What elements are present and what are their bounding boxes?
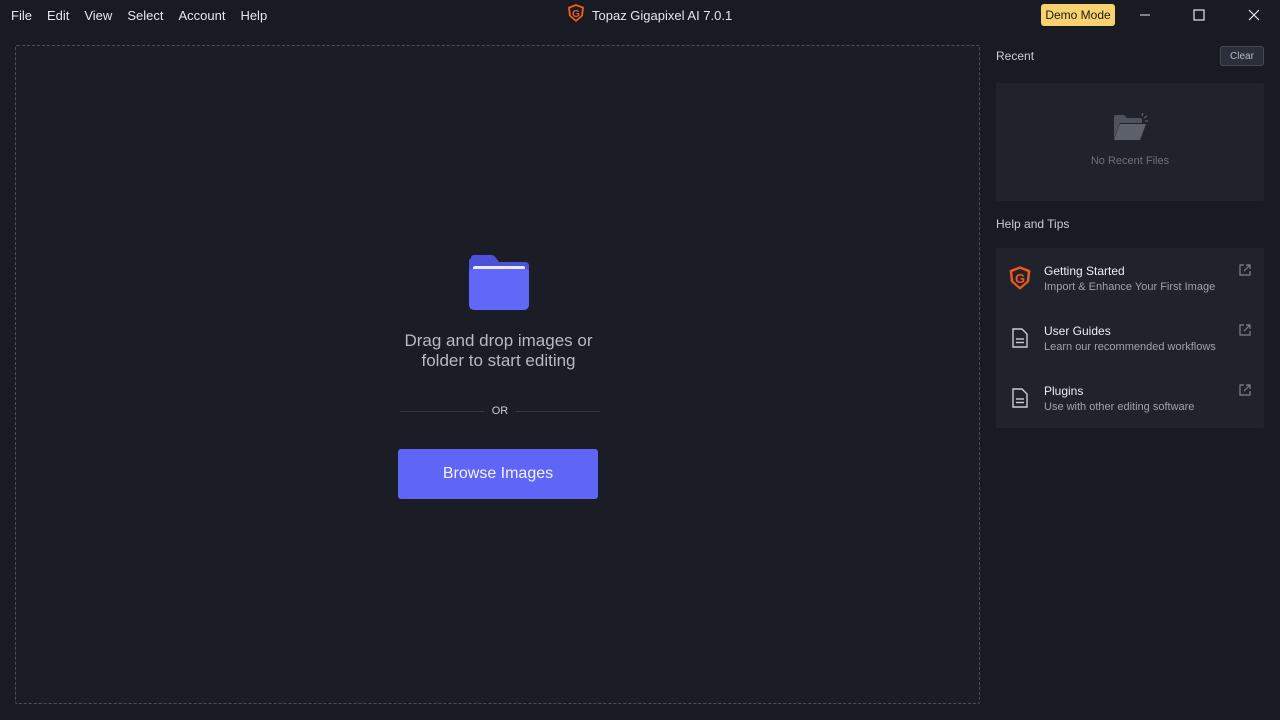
svg-text:G: G [1015, 271, 1025, 286]
help-item-getting-started[interactable]: G Getting Started Import & Enhance Your … [996, 248, 1264, 308]
recent-label: Recent [996, 49, 1035, 63]
gigapixel-logo-icon: G [566, 3, 586, 28]
menu-bar: File Edit View Select Account Help [0, 0, 282, 30]
minimize-icon [1140, 14, 1150, 16]
menu-file[interactable]: File [11, 8, 32, 23]
svg-text:G: G [572, 9, 580, 20]
help-list: G Getting Started Import & Enhance Your … [996, 248, 1264, 428]
help-item-user-guides[interactable]: User Guides Learn our recommended workfl… [996, 308, 1264, 368]
drop-instructions: Drag and drop images or folder to start … [16, 331, 981, 371]
help-item-subtitle: Use with other editing software [1044, 401, 1195, 413]
app-title-text: Topaz Gigapixel AI 7.0.1 [592, 7, 733, 23]
help-item-plugins[interactable]: Plugins Use with other editing software [996, 368, 1264, 428]
document-icon [1006, 324, 1034, 352]
clear-recent-button[interactable]: Clear [1220, 46, 1264, 66]
recent-files-box: No Recent Files [996, 83, 1264, 201]
maximize-icon [1193, 9, 1205, 21]
drop-instructions-line2: folder to start editing [421, 351, 576, 370]
app-title: G Topaz Gigapixel AI 7.0.1 [566, 0, 732, 30]
external-link-icon [1238, 323, 1252, 342]
minimize-button[interactable] [1122, 0, 1168, 30]
browse-images-button[interactable]: Browse Images [398, 449, 598, 499]
drop-zone[interactable]: Drag and drop images or folder to start … [15, 45, 980, 704]
no-recent-files-text: No Recent Files [1090, 155, 1170, 167]
document-icon [1006, 384, 1034, 412]
menu-select[interactable]: Select [127, 8, 163, 23]
divider-line-right [516, 410, 600, 412]
help-item-subtitle: Learn our recommended workflows [1044, 341, 1216, 353]
maximize-button[interactable] [1176, 0, 1222, 30]
menu-view[interactable]: View [84, 8, 112, 23]
help-item-title: Plugins [1044, 384, 1084, 398]
or-text: OR [491, 405, 509, 417]
external-link-icon [1238, 383, 1252, 402]
open-folder-icon [1112, 112, 1148, 148]
divider-line-left [400, 410, 484, 412]
menu-edit[interactable]: Edit [47, 8, 69, 23]
demo-mode-badge[interactable]: Demo Mode [1041, 4, 1115, 26]
help-item-title: Getting Started [1044, 264, 1125, 278]
drop-instructions-line1: Drag and drop images or [404, 331, 593, 350]
close-button[interactable] [1231, 0, 1277, 30]
help-item-subtitle: Import & Enhance Your First Image [1044, 281, 1216, 293]
title-bar: File Edit View Select Account Help G Top… [0, 0, 1280, 30]
gigapixel-logo-icon: G [1006, 264, 1034, 292]
close-icon [1248, 9, 1260, 21]
external-link-icon [1238, 263, 1252, 282]
or-divider: OR [400, 404, 600, 418]
folder-icon [467, 254, 531, 317]
help-item-title: User Guides [1044, 324, 1111, 338]
recent-header: Recent Clear [996, 45, 1264, 67]
help-tips-label: Help and Tips [996, 217, 1070, 231]
menu-account[interactable]: Account [178, 8, 225, 23]
menu-help[interactable]: Help [240, 8, 267, 23]
